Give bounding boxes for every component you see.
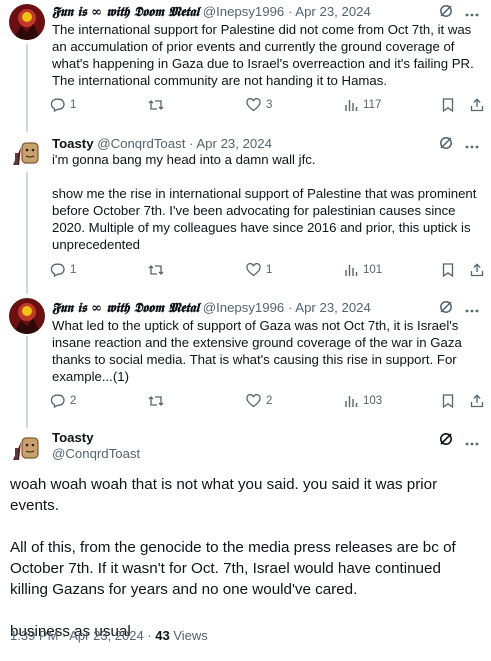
action-bar: 2 2 103	[50, 394, 490, 412]
like-count: 2	[266, 395, 273, 407]
repost-icon	[148, 100, 164, 110]
tweet-paragraph: show me the rise in international suppor…	[52, 186, 477, 252]
views-count: 117	[363, 99, 382, 111]
share-button[interactable]	[470, 394, 484, 408]
grok-icon[interactable]	[439, 300, 453, 317]
tweet-paragraph: The international support for Palestine …	[52, 22, 474, 88]
avatar[interactable]	[9, 135, 45, 171]
main-tweet: Toasty @ConqrdToast woah woah woah that …	[0, 428, 491, 661]
display-name[interactable]: 𝕱𝖚𝖓 𝖎𝖘 ∞ 𝖜𝖎𝖙𝖍 𝕯𝖔𝖔𝖒 𝕸𝖊𝖙𝖆𝖑	[52, 5, 199, 20]
like-count: 1	[266, 264, 273, 276]
reply-button[interactable]: 2	[50, 394, 76, 408]
avatar[interactable]	[9, 430, 45, 466]
user-handle[interactable]: @ConqrdToast	[52, 446, 140, 462]
heart-icon	[246, 98, 261, 112]
repost-button[interactable]	[148, 98, 169, 112]
views-button[interactable]: 117	[344, 98, 381, 112]
reply-count: 2	[70, 395, 77, 407]
like-button[interactable]: 2	[246, 394, 272, 408]
grok-icon[interactable]	[439, 432, 453, 451]
display-name[interactable]: 𝕱𝖚𝖓 𝖎𝖘 ∞ 𝖜𝖎𝖙𝖍 𝕯𝖔𝖔𝖒 𝕸𝖊𝖙𝖆𝖑	[52, 301, 199, 316]
tweet-header: 𝕱𝖚𝖓 𝖎𝖘 ∞ 𝖜𝖎𝖙𝖍 𝕯𝖔𝖔𝖒 𝕸𝖊𝖙𝖆𝖑 @Inepsy1996 · A…	[52, 300, 479, 316]
like-button[interactable]: 1	[246, 263, 272, 277]
bookmark-icon	[442, 263, 454, 277]
post-meta: 1:39 PM · Apr 23, 2024 · 43 Views	[10, 628, 208, 643]
reply-count: 1	[70, 264, 77, 276]
reply-icon	[50, 98, 65, 112]
tweet-text: The international support for Palestine …	[52, 21, 486, 89]
views-count: 103	[363, 395, 383, 407]
views-button[interactable]: 101	[344, 263, 382, 277]
share-icon	[470, 263, 484, 277]
reply-icon	[50, 263, 65, 277]
avatar[interactable]	[9, 298, 45, 334]
views-count: 101	[363, 264, 383, 276]
action-bar: 1 3 117	[50, 98, 490, 116]
user-handle[interactable]: @Inepsy1996	[203, 4, 285, 19]
bookmark-button[interactable]	[442, 98, 454, 112]
tweet-text: woah woah woah that is not what you said…	[10, 474, 480, 642]
repost-button[interactable]	[148, 394, 169, 408]
tweet-paragraph: i'm gonna bang my head into a damn wall …	[52, 152, 316, 167]
user-handle[interactable]: @Inepsy1996	[203, 300, 285, 315]
bookmark-button[interactable]	[442, 263, 454, 277]
views-label: Views	[173, 628, 208, 643]
post-date[interactable]: Apr 23, 2024	[196, 136, 272, 151]
more-icon[interactable]	[465, 301, 479, 316]
views-icon	[345, 265, 358, 276]
tweet-header: 𝕱𝖚𝖓 𝖎𝖘 ∞ 𝖜𝖎𝖙𝖍 𝕯𝖔𝖔𝖒 𝕸𝖊𝖙𝖆𝖑 @Inepsy1996 · A…	[52, 4, 479, 20]
views-button[interactable]: 103	[344, 394, 382, 408]
post-timestamp[interactable]: 1:39 PM · Apr 23, 2024 ·	[10, 628, 155, 643]
share-icon	[470, 394, 484, 408]
tweet[interactable]: Toasty @ConqrdToast · Apr 23, 2024 i'm g…	[0, 132, 491, 282]
post-date[interactable]: Apr 23, 2024	[295, 300, 371, 315]
more-icon[interactable]	[465, 5, 479, 20]
views-total: 43	[155, 628, 170, 643]
avatar[interactable]	[9, 4, 45, 40]
bookmark-icon	[442, 98, 454, 112]
grok-icon[interactable]	[439, 4, 453, 21]
heart-icon	[246, 263, 261, 277]
repost-icon	[148, 396, 164, 406]
share-button[interactable]	[470, 98, 484, 112]
repost-icon	[148, 265, 164, 275]
more-icon[interactable]	[465, 433, 479, 451]
views-icon	[345, 396, 358, 407]
display-name[interactable]: Toasty	[52, 430, 140, 446]
user-handle[interactable]: @ConqrdToast	[97, 136, 185, 151]
tweet-paragraph: What led to the uptick of support of Gaz…	[52, 318, 462, 384]
views-icon	[345, 100, 358, 111]
reply-button[interactable]: 1	[50, 263, 76, 277]
repost-button[interactable]	[148, 263, 169, 277]
separator-dot: ·	[189, 136, 194, 151]
reply-button[interactable]: 1	[50, 98, 76, 112]
tweet-header: Toasty @ConqrdToast · Apr 23, 2024	[52, 136, 479, 152]
display-name[interactable]: Toasty	[52, 136, 94, 151]
like-count: 3	[266, 99, 273, 111]
separator-dot: ·	[287, 4, 293, 19]
tweet-paragraph: woah woah woah that is not what you said…	[10, 476, 438, 514]
share-icon	[470, 98, 484, 112]
more-icon[interactable]	[465, 137, 479, 152]
bookmark-icon	[442, 394, 454, 408]
share-button[interactable]	[470, 263, 484, 277]
bookmark-button[interactable]	[442, 394, 454, 408]
tweet[interactable]: 𝕱𝖚𝖓 𝖎𝖘 ∞ 𝖜𝖎𝖙𝖍 𝕯𝖔𝖔𝖒 𝕸𝖊𝖙𝖆𝖑 @Inepsy1996 · A…	[0, 0, 491, 124]
reply-icon	[50, 394, 65, 408]
heart-icon	[246, 394, 261, 408]
reply-count: 1	[70, 99, 77, 111]
tweet-text: i'm gonna bang my head into a damn wall …	[52, 151, 486, 253]
post-date[interactable]: Apr 23, 2024	[295, 4, 371, 19]
action-bar: 1 1 101	[50, 263, 490, 281]
tweet-paragraph: All of this, from the genocide to the me…	[10, 539, 456, 598]
tweet[interactable]: 𝕱𝖚𝖓 𝖎𝖘 ∞ 𝖜𝖎𝖙𝖍 𝕯𝖔𝖔𝖒 𝕸𝖊𝖙𝖆𝖑 @Inepsy1996 · A…	[0, 296, 491, 420]
like-button[interactable]: 3	[246, 98, 272, 112]
separator-dot: ·	[287, 300, 293, 315]
tweet-text: What led to the uptick of support of Gaz…	[52, 317, 486, 385]
